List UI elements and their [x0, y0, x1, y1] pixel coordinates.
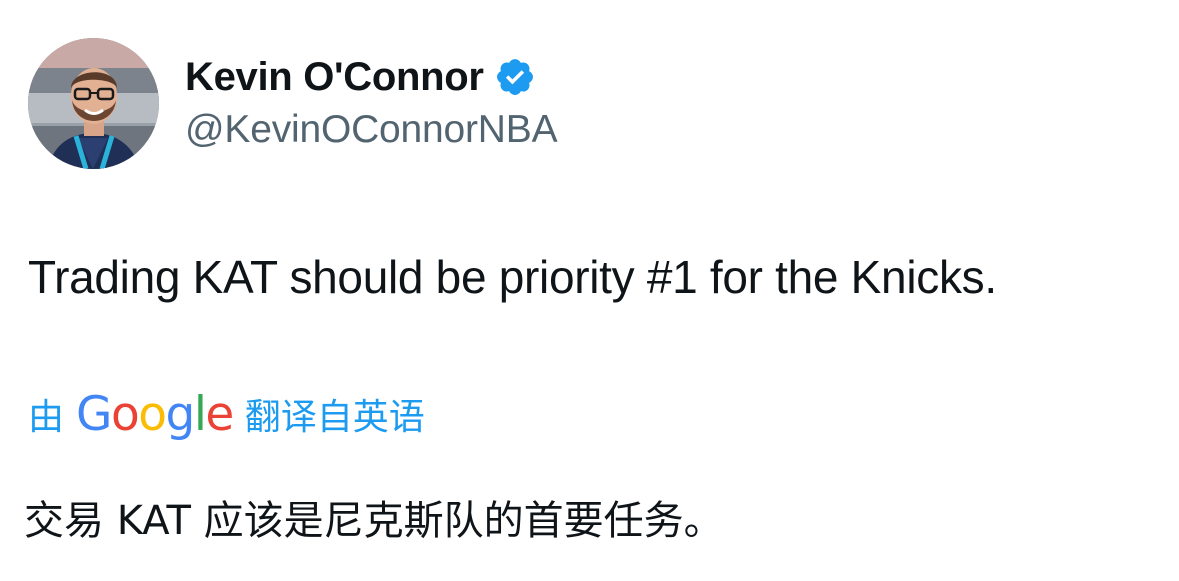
avatar[interactable] — [28, 38, 159, 169]
tweet-text: Trading KAT should be priority #1 for th… — [28, 251, 997, 303]
translated-tweet-text: 交易 KAT 应该是尼克斯队的首要任务。 — [24, 498, 724, 544]
translation-prefix: 由 — [28, 397, 65, 438]
author-display-name[interactable]: Kevin O'Connor — [185, 55, 484, 100]
google-logo-letter: e — [205, 386, 234, 442]
translation-attribution[interactable]: 由 G o o g l e 翻译自英语 — [28, 386, 425, 442]
google-logo-letter: G — [76, 386, 112, 442]
google-logo-letter: l — [193, 386, 207, 442]
translation-suffix: 翻译自英语 — [244, 397, 425, 438]
tweet-card: Kevin O'Connor @KevinOConnorNBA Trading … — [0, 0, 1179, 581]
avatar-photo — [28, 38, 159, 169]
google-logo-icon: G o o g l e — [76, 386, 234, 442]
google-logo-letter: o — [138, 386, 167, 442]
author-handle[interactable]: @KevinOConnorNBA — [185, 108, 558, 152]
google-logo-letter: o — [110, 386, 140, 442]
verified-badge-icon[interactable] — [494, 56, 536, 98]
author-name-row: Kevin O'Connor — [185, 52, 536, 102]
google-logo-letter: g — [165, 386, 195, 442]
